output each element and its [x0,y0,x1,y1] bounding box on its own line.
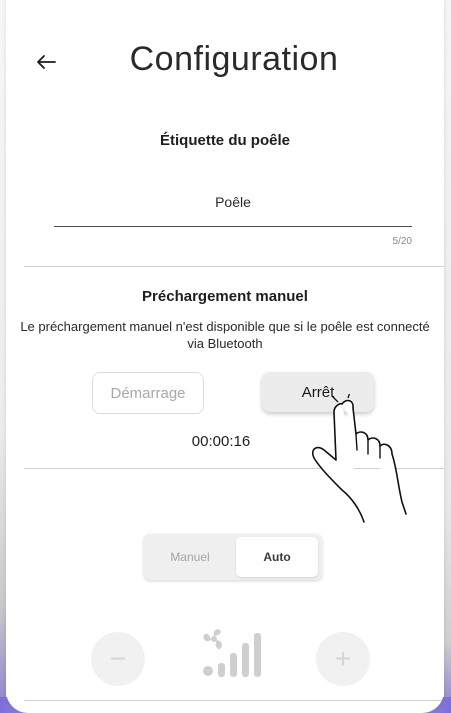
mode-toggle: Manuel Auto [144,534,322,580]
backdrop-right [444,0,451,713]
start-button[interactable]: Démarrage [92,372,204,414]
preload-description: Le préchargement manuel n'est disponible… [20,319,430,351]
fan-power-icon [203,629,261,677]
increase-power-button[interactable]: + [316,632,370,686]
preload-heading: Préchargement manuel [142,288,308,305]
divider [24,700,444,701]
pointing-hand-icon [311,394,407,523]
mode-auto-option[interactable]: Auto [236,537,318,577]
divider [24,266,444,267]
decrease-power-button[interactable]: − [91,632,145,686]
stove-label-input[interactable]: Poêle [54,178,412,227]
stove-label-heading: Étiquette du poêle [159,132,290,149]
settings-card: Configuration Étiquette du poêle Poêle 5… [6,0,444,713]
page-title: Configuration [129,40,339,78]
character-counter: 5/20 [392,236,412,247]
mode-manual-option[interactable]: Manuel [150,537,230,577]
